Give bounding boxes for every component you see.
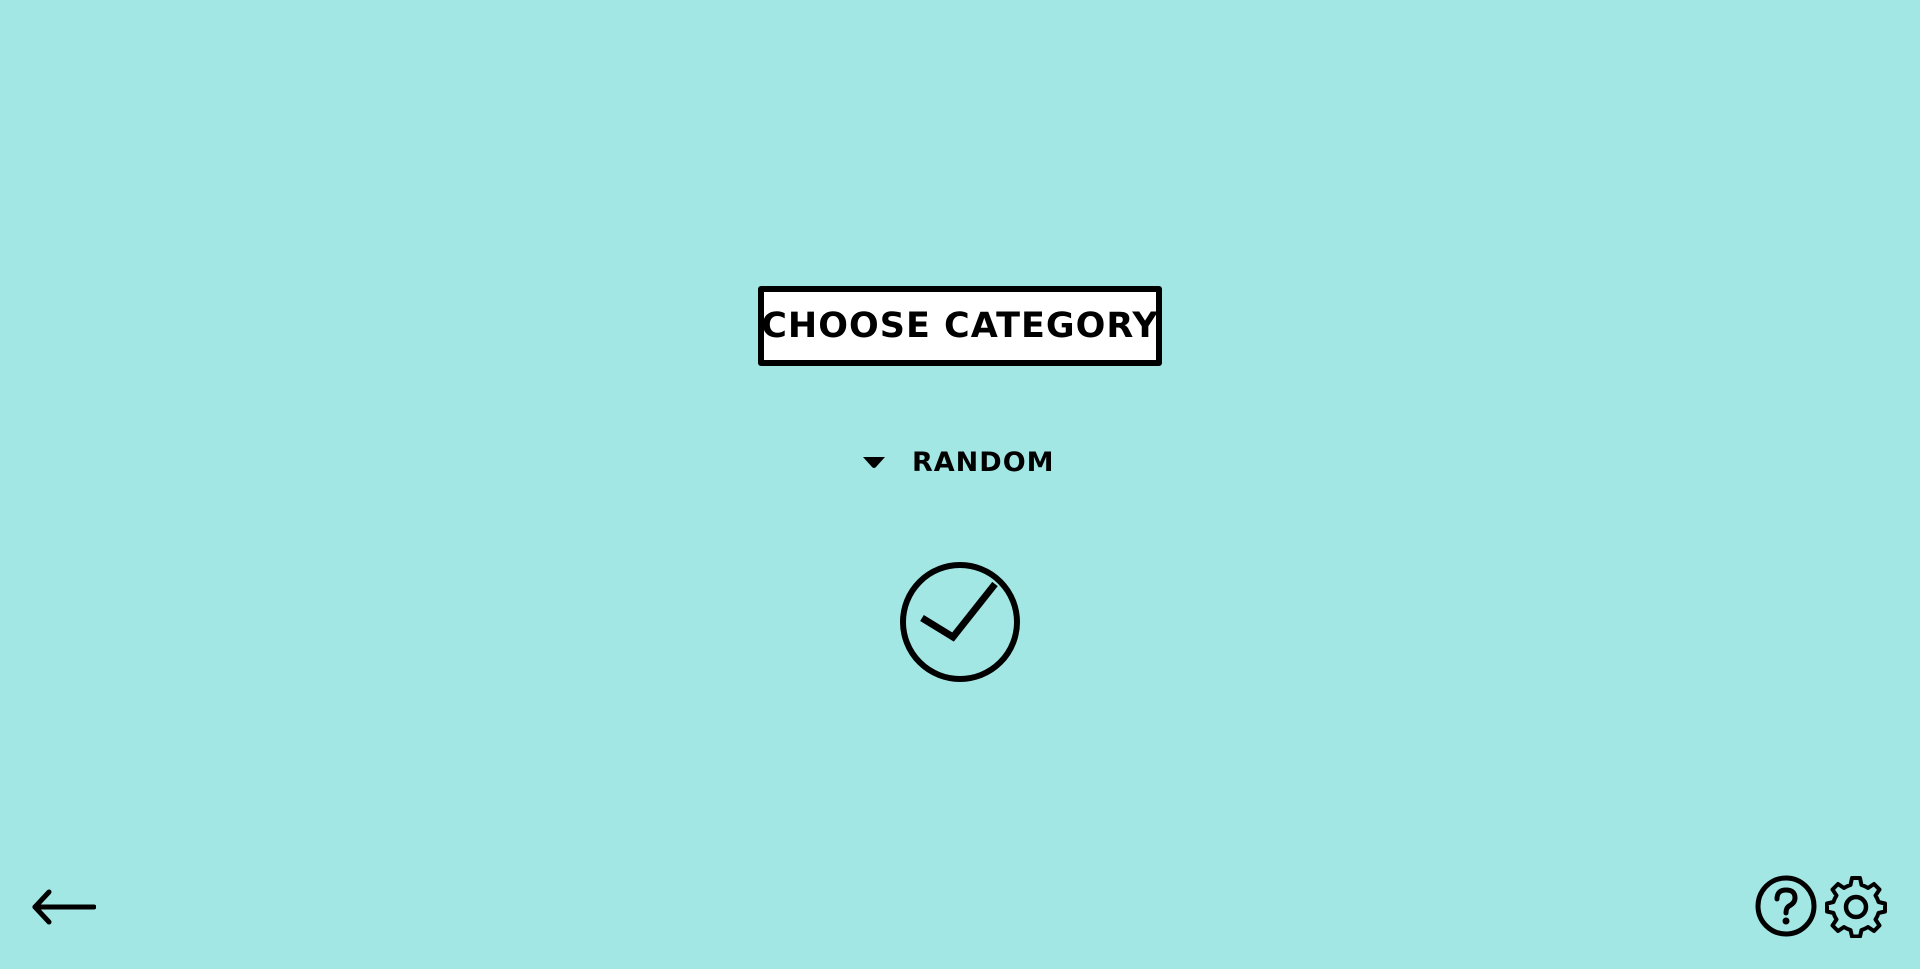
confirm-button[interactable] [898,560,1022,684]
back-button[interactable] [32,884,96,930]
check-circle-icon [900,562,1020,682]
help-button[interactable] [1754,874,1818,938]
caret-down-icon [862,454,886,470]
arrow-left-icon [32,889,96,925]
category-dropdown[interactable]: RANDOM [862,442,1055,482]
gear-icon [1825,876,1887,938]
question-circle-icon [1755,875,1817,937]
category-selected-value: RANDOM [912,446,1055,478]
title-box: CHOOSE CATEGORY [758,286,1162,366]
settings-button[interactable] [1824,874,1888,938]
page-title: CHOOSE CATEGORY [761,306,1159,346]
category-screen: CHOOSE CATEGORY RANDOM [0,0,1920,969]
